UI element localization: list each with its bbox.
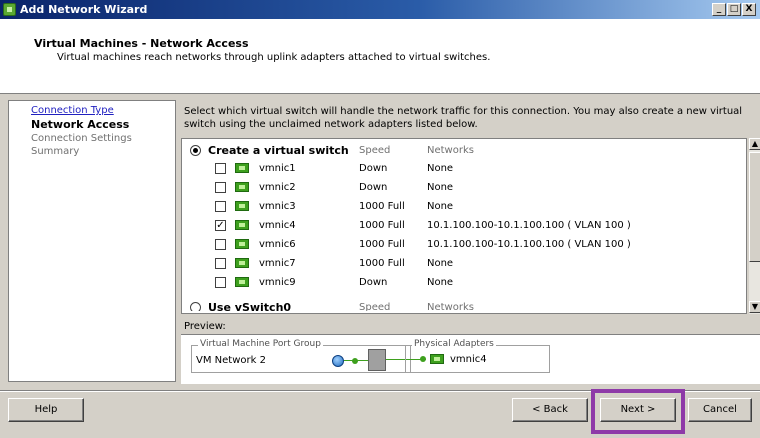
wizard-app-icon: [3, 3, 16, 16]
back-button[interactable]: < Back: [512, 398, 588, 422]
minimize-button[interactable]: _: [712, 3, 726, 16]
scroll-down-arrow-icon[interactable]: ▼: [749, 301, 760, 313]
create-switch-label[interactable]: Create a virtual switch: [208, 144, 349, 157]
adapter-checkbox[interactable]: ✓: [215, 220, 226, 231]
network-adapter-icon: [235, 182, 249, 192]
adapter-networks: None: [427, 201, 454, 212]
adapter-name: vmnic2: [259, 182, 296, 193]
cancel-button[interactable]: Cancel: [688, 398, 752, 422]
use-vswitch0-radio[interactable]: [190, 302, 201, 311]
network-adapter-icon: [430, 354, 444, 364]
adapter-networks: None: [427, 163, 454, 174]
adapter-networks: None: [427, 258, 454, 269]
adapter-speed: Down: [359, 182, 388, 193]
network-adapter-icon: [235, 239, 249, 249]
network-adapter-icon: [235, 220, 249, 230]
list-scrollbar[interactable]: ▲ ▼: [748, 138, 760, 314]
page-subtitle: Virtual machines reach networks through …: [57, 52, 491, 63]
network-adapter-icon: [235, 163, 249, 173]
adapter-speed: 1000 Full: [359, 201, 405, 212]
adapter-speed: Down: [359, 163, 388, 174]
uplink-dot-icon: [420, 356, 426, 362]
close-button[interactable]: X: [742, 3, 756, 16]
create-switch-radio[interactable]: [190, 145, 201, 156]
adapter-name: vmnic1: [259, 163, 296, 174]
adapter-networks: None: [427, 277, 454, 288]
adapter-row[interactable]: vmnic9 Down None: [182, 275, 742, 291]
network-adapter-icon: [235, 277, 249, 287]
globe-icon: [332, 355, 344, 367]
step-network-access: Network Access: [31, 118, 130, 131]
wizard-steps-panel: Connection Type Network Access Connectio…: [8, 100, 176, 382]
network-adapter-icon: [235, 258, 249, 268]
adapter-checkbox[interactable]: [215, 182, 226, 193]
next-button-highlight: [591, 389, 685, 434]
adapter-checkbox[interactable]: [215, 277, 226, 288]
adapter-name: vmnic9: [259, 277, 296, 288]
adapter-row[interactable]: vmnic3 1000 Full None: [182, 199, 742, 215]
adapter-row[interactable]: vmnic2 Down None: [182, 180, 742, 196]
adapter-speed: Down: [359, 277, 388, 288]
network-adapter-icon: [235, 201, 249, 211]
adapter-checkbox[interactable]: [215, 201, 226, 212]
title-bar: Add Network Wizard _ □ X: [0, 0, 760, 19]
port-dot-icon: [352, 358, 358, 364]
adapter-row[interactable]: ✓ vmnic4 1000 Full 10.1.100.100-10.1.100.10…: [182, 218, 742, 234]
port-group-name: VM Network 2: [196, 355, 266, 366]
adapter-networks: 10.1.100.100-10.1.100.100 ( VLAN 100 ): [427, 220, 631, 231]
adapter-networks: None: [427, 182, 454, 193]
step-summary: Summary: [31, 146, 80, 157]
adapter-row[interactable]: vmnic1 Down None: [182, 161, 742, 177]
use-existing-switch-row-partial: Use vSwitch0 Speed Networks: [190, 299, 746, 311]
adapter-name: vmnic7: [259, 258, 296, 269]
window-title: Add Network Wizard: [20, 3, 148, 16]
networks-column-header-2: Networks: [427, 302, 474, 311]
adapter-row[interactable]: vmnic7 1000 Full None: [182, 256, 742, 272]
adapter-checkbox[interactable]: [215, 258, 226, 269]
adapter-speed: 1000 Full: [359, 258, 405, 269]
physical-adapter-name: vmnic4: [450, 354, 487, 365]
scroll-up-arrow-icon[interactable]: ▲: [749, 138, 760, 150]
port-group-legend: Virtual Machine Port Group: [198, 339, 323, 349]
use-vswitch0-label[interactable]: Use vSwitch0: [208, 301, 291, 311]
page-title: Virtual Machines - Network Access: [34, 37, 249, 50]
adapter-checkbox[interactable]: [215, 239, 226, 250]
scrollbar-thumb[interactable]: [749, 152, 760, 262]
adapter-name: vmnic6: [259, 239, 296, 250]
virtual-switch-list: Create a virtual switch Speed Networks v…: [181, 138, 747, 314]
adapter-networks: 10.1.100.100-10.1.100.100 ( VLAN 100 ): [427, 239, 631, 250]
adapter-speed: 1000 Full: [359, 239, 405, 250]
adapter-speed: 1000 Full: [359, 220, 405, 231]
vswitch-icon: [368, 349, 386, 371]
maximize-button[interactable]: □: [727, 3, 741, 16]
speed-column-header-2: Speed: [359, 302, 391, 311]
physical-adapters-legend: Physical Adapters: [412, 339, 496, 349]
adapter-row[interactable]: vmnic6 1000 Full 10.1.100.100-10.1.100.100…: [182, 237, 742, 253]
speed-column-header: Speed: [359, 145, 391, 156]
preview-label: Preview:: [184, 321, 226, 332]
port-group-box: Virtual Machine Port Group VM Network 2: [191, 339, 411, 373]
adapter-checkbox[interactable]: [215, 163, 226, 174]
step-connection-type-link[interactable]: Connection Type: [31, 105, 114, 116]
adapter-name: vmnic3: [259, 201, 296, 212]
preview-panel: Virtual Machine Port Group VM Network 2 …: [181, 334, 760, 384]
help-button[interactable]: Help: [8, 398, 84, 422]
step-connection-settings: Connection Settings: [31, 133, 132, 144]
adapter-name: vmnic4: [259, 220, 296, 231]
instruction-text: Select which virtual switch will handle …: [184, 106, 743, 130]
physical-adapters-box: Physical Adapters vmnic4: [405, 339, 550, 373]
wizard-header: Virtual Machines - Network Access Virtua…: [0, 19, 760, 94]
networks-column-header: Networks: [427, 145, 474, 156]
